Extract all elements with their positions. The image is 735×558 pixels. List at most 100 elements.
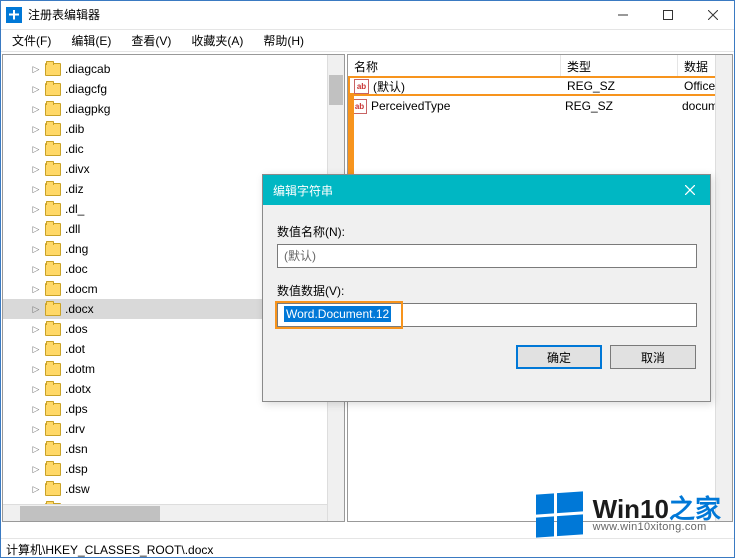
chevron-right-icon: ▷ bbox=[31, 444, 41, 455]
tree-item[interactable]: ▷ .diagcfg bbox=[3, 79, 344, 99]
chevron-right-icon: ▷ bbox=[31, 364, 41, 375]
tree-item[interactable]: ▷ .dsw bbox=[3, 479, 344, 499]
value-data-input[interactable]: Word.Document.12 bbox=[277, 303, 697, 327]
chevron-right-icon: ▷ bbox=[31, 404, 41, 415]
folder-icon bbox=[45, 143, 61, 156]
tree-item-label: .diagcfg bbox=[65, 82, 107, 96]
chevron-right-icon: ▷ bbox=[31, 344, 41, 355]
value-data-label: 数值数据(V): bbox=[277, 282, 696, 299]
chevron-right-icon: ▷ bbox=[31, 244, 41, 255]
tree-item-label: .dot bbox=[65, 342, 85, 356]
tree-item-label: .dsw bbox=[65, 482, 90, 496]
chevron-right-icon: ▷ bbox=[31, 144, 41, 155]
folder-icon bbox=[45, 423, 61, 436]
chevron-right-icon: ▷ bbox=[31, 104, 41, 115]
chevron-right-icon: ▷ bbox=[31, 184, 41, 195]
folder-icon bbox=[45, 163, 61, 176]
folder-icon bbox=[45, 323, 61, 336]
list-row[interactable]: ab(默认)REG_SZOffice12 bbox=[348, 76, 732, 96]
tree-item[interactable]: ▷ .dic bbox=[3, 139, 344, 159]
column-name[interactable]: 名称 bbox=[348, 55, 561, 76]
close-button[interactable] bbox=[690, 0, 735, 29]
chevron-right-icon: ▷ bbox=[31, 384, 41, 395]
titlebar: 注册表编辑器 bbox=[0, 0, 735, 30]
watermark: Win10之家 www.win10xitong.com bbox=[536, 493, 721, 536]
tree-horizontal-scrollbar[interactable] bbox=[3, 504, 327, 521]
menu-favorites[interactable]: 收藏夹(A) bbox=[183, 30, 251, 51]
folder-icon bbox=[45, 383, 61, 396]
minimize-button[interactable] bbox=[600, 0, 645, 29]
dialog-close-button[interactable] bbox=[670, 175, 710, 205]
tree-item-label: .dsp bbox=[65, 462, 88, 476]
tree-item[interactable]: ▷.drv bbox=[3, 419, 344, 439]
watermark-brand-b: 之家 bbox=[669, 494, 721, 524]
tree-item-label: .diagcab bbox=[65, 62, 110, 76]
tree-item-label: .dps bbox=[65, 402, 88, 416]
list-rows: ab(默认)REG_SZOffice12abPerceivedType REG_S… bbox=[348, 76, 732, 116]
folder-icon bbox=[45, 363, 61, 376]
tree-item[interactable]: ▷.dsp bbox=[3, 459, 344, 479]
dialog-title-text: 编辑字符串 bbox=[273, 182, 333, 199]
folder-icon bbox=[45, 223, 61, 236]
chevron-right-icon: ▷ bbox=[31, 284, 41, 295]
tree-item-label: .divx bbox=[65, 162, 90, 176]
list-vertical-scrollbar[interactable] bbox=[715, 55, 732, 521]
folder-icon bbox=[45, 243, 61, 256]
value-type: REG_SZ bbox=[561, 99, 678, 113]
tree-item-label: .dotm bbox=[65, 362, 95, 376]
value-name-label: 数值名称(N): bbox=[277, 223, 696, 240]
string-value-icon: ab bbox=[354, 79, 369, 94]
window-controls bbox=[600, 0, 735, 29]
dialog-titlebar: 编辑字符串 bbox=[263, 175, 710, 205]
value-name-input[interactable]: (默认) bbox=[277, 244, 697, 268]
app-icon bbox=[6, 7, 22, 23]
value-name: PerceivedType bbox=[371, 99, 450, 113]
maximize-button[interactable] bbox=[645, 0, 690, 29]
statusbar: 计算机\HKEY_CLASSES_ROOT\.docx bbox=[0, 538, 735, 558]
tree-item-label: .diagpkg bbox=[65, 102, 110, 116]
chevron-right-icon: ▷ bbox=[31, 264, 41, 275]
tree-item-label: .dl_ bbox=[65, 202, 84, 216]
tree-item[interactable]: ▷ .diagpkg bbox=[3, 99, 344, 119]
folder-icon bbox=[45, 483, 61, 496]
folder-icon bbox=[45, 303, 61, 316]
folder-icon bbox=[45, 443, 61, 456]
chevron-right-icon: ▷ bbox=[31, 164, 41, 175]
menu-help[interactable]: 帮助(H) bbox=[255, 30, 312, 51]
folder-icon bbox=[45, 463, 61, 476]
menu-file[interactable]: 文件(F) bbox=[4, 30, 59, 51]
column-type[interactable]: 类型 bbox=[561, 55, 678, 76]
chevron-right-icon: ▷ bbox=[31, 424, 41, 435]
folder-icon bbox=[45, 103, 61, 116]
chevron-right-icon: ▷ bbox=[31, 484, 41, 495]
folder-icon bbox=[45, 263, 61, 276]
tree-item-label: .dng bbox=[65, 242, 88, 256]
folder-icon bbox=[45, 403, 61, 416]
chevron-right-icon: ▷ bbox=[31, 84, 41, 95]
tree-item-label: .dotx bbox=[65, 382, 91, 396]
tree-item-label: .docx bbox=[65, 302, 94, 316]
watermark-url: www.win10xitong.com bbox=[593, 522, 721, 533]
menu-edit[interactable]: 编辑(E) bbox=[63, 30, 119, 51]
chevron-right-icon: ▷ bbox=[31, 304, 41, 315]
folder-icon bbox=[45, 343, 61, 356]
tree-item-label: .dsn bbox=[65, 442, 88, 456]
ok-button[interactable]: 确定 bbox=[516, 345, 602, 369]
tree-item[interactable]: ▷ .dsn bbox=[3, 439, 344, 459]
menubar: 文件(F) 编辑(E) 查看(V) 收藏夹(A) 帮助(H) bbox=[0, 30, 735, 52]
window-title: 注册表编辑器 bbox=[28, 6, 600, 23]
tree-item[interactable]: ▷ .dps bbox=[3, 399, 344, 419]
tree-item[interactable]: ▷.diagcab bbox=[3, 59, 344, 79]
tree-item[interactable]: ▷.dib bbox=[3, 119, 344, 139]
folder-icon bbox=[45, 203, 61, 216]
windows-logo-icon bbox=[536, 491, 583, 537]
folder-icon bbox=[45, 63, 61, 76]
chevron-right-icon: ▷ bbox=[31, 124, 41, 135]
folder-icon bbox=[45, 83, 61, 96]
menu-view[interactable]: 查看(V) bbox=[123, 30, 179, 51]
list-row[interactable]: abPerceivedTypeREG_SZdocumen bbox=[348, 96, 732, 116]
chevron-right-icon: ▷ bbox=[31, 224, 41, 235]
cancel-button[interactable]: 取消 bbox=[610, 345, 696, 369]
tree-item-label: .dic bbox=[65, 142, 84, 156]
folder-icon bbox=[45, 123, 61, 136]
